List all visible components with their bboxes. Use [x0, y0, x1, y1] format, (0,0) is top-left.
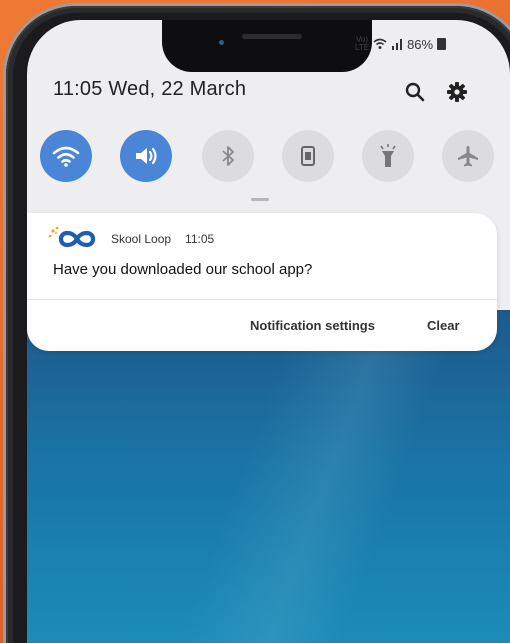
- settings-button[interactable]: [445, 80, 469, 104]
- gear-icon: [447, 82, 467, 102]
- airplane-icon: [458, 146, 478, 167]
- sound-toggle[interactable]: [120, 130, 172, 182]
- notification-divider: [27, 299, 497, 300]
- search-button[interactable]: [403, 80, 427, 104]
- status-bar: Vo) LTE 86%: [355, 35, 447, 52]
- flashlight-icon: [380, 144, 396, 167]
- front-camera: [219, 40, 224, 45]
- notification-header: Skool Loop 11:05: [47, 225, 214, 253]
- earpiece-speaker: [242, 34, 302, 39]
- signal-icon: [392, 39, 403, 50]
- bluetooth-toggle[interactable]: [202, 130, 254, 182]
- notification-app-name: Skool Loop: [111, 232, 172, 246]
- screen-icon: [301, 146, 315, 166]
- notification-card[interactable]: Skool Loop 11:05 Have you downloaded our…: [27, 213, 497, 351]
- clear-button[interactable]: Clear: [427, 318, 460, 333]
- panel-header: 11:05 Wed, 22 March: [53, 78, 483, 106]
- quick-settings: [40, 130, 500, 190]
- search-icon: [405, 82, 425, 102]
- battery-icon: [437, 38, 447, 50]
- battery-percent: 86%: [407, 36, 434, 52]
- skool-loop-logo-icon: [48, 226, 96, 248]
- screen-toggle[interactable]: [282, 130, 334, 182]
- camera-notch: [162, 20, 372, 72]
- notification-time: 11:05: [185, 232, 215, 246]
- airplane-toggle[interactable]: [442, 130, 494, 182]
- volte-icon: Vo) LTE: [355, 35, 370, 52]
- panel-drag-handle[interactable]: [251, 198, 269, 201]
- date-time: 11:05 Wed, 22 March: [53, 78, 247, 100]
- bluetooth-icon: [222, 146, 234, 166]
- flashlight-toggle[interactable]: [362, 130, 414, 182]
- notification-settings-button[interactable]: Notification settings: [250, 318, 375, 333]
- wifi-icon: [52, 146, 80, 167]
- phone-screen: Vo) LTE 86% 11:05 Wed, 22 March Skool Lo…: [27, 20, 510, 643]
- notification-message: Have you downloaded our school app?: [53, 261, 313, 278]
- wifi-toggle[interactable]: [40, 130, 92, 182]
- wifi-status-icon: [373, 38, 387, 49]
- home-wallpaper: [27, 310, 510, 643]
- sound-icon: [136, 147, 157, 165]
